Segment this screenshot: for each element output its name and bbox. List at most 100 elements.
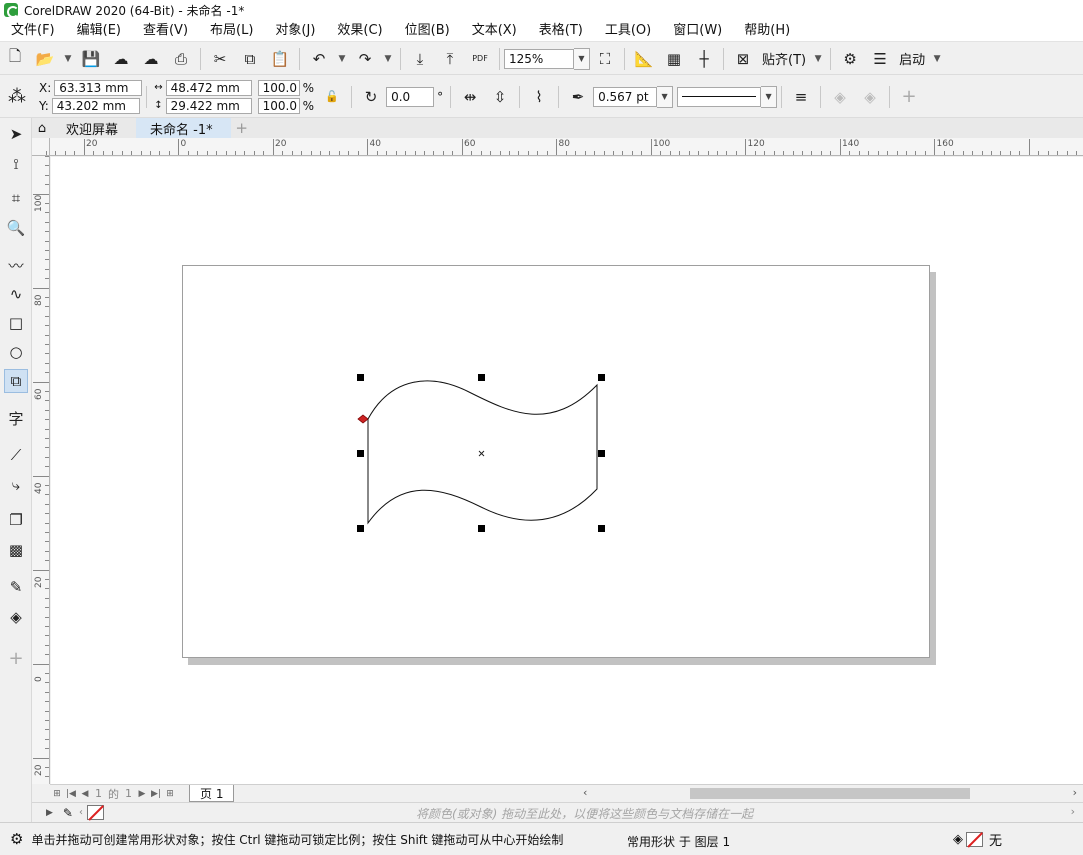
- outline-width-combo[interactable]: 0.567 pt ▼: [593, 85, 674, 108]
- show-guidelines-icon[interactable]: ┼: [692, 47, 716, 71]
- palette-scroll-right-icon[interactable]: ›: [1071, 805, 1075, 818]
- tab-untitled-1[interactable]: 未命名 -1*: [136, 118, 231, 138]
- selection-handle[interactable]: [598, 525, 605, 532]
- options-gear-icon[interactable]: ⚙: [838, 47, 862, 71]
- drawing-canvas[interactable]: [51, 157, 1083, 784]
- import-icon[interactable]: ⤓: [408, 47, 432, 71]
- paste-icon[interactable]: 📋: [268, 47, 292, 71]
- cut-icon[interactable]: ✂: [208, 47, 232, 71]
- wrap-text-icon[interactable]: ≡: [789, 85, 813, 109]
- menu-help[interactable]: 帮助(H): [733, 20, 801, 42]
- crop-tool-icon[interactable]: ⌗: [4, 186, 28, 210]
- first-page-icon[interactable]: |◀: [65, 789, 77, 799]
- chevron-down-icon[interactable]: ▼: [657, 85, 674, 108]
- parallel-dimension-icon[interactable]: ⟋: [4, 443, 28, 467]
- selection-handle[interactable]: [478, 525, 485, 532]
- snap-off-icon[interactable]: ⊠: [731, 47, 755, 71]
- chevron-down-icon[interactable]: ▼: [761, 85, 778, 108]
- selection-handle[interactable]: [598, 374, 605, 381]
- rotation-angle-field[interactable]: 0.0: [386, 86, 435, 107]
- selection-handle[interactable]: [357, 525, 364, 532]
- freehand-tool-icon[interactable]: 〰: [4, 253, 28, 277]
- selection-handle[interactable]: [478, 374, 485, 381]
- next-page-icon[interactable]: ▶: [136, 789, 148, 799]
- text-tool-icon[interactable]: 字: [4, 406, 28, 430]
- outline-width-field[interactable]: 0.567 pt: [593, 86, 658, 107]
- transparency-icon[interactable]: ▩: [4, 538, 28, 562]
- y-position-field[interactable]: 43.202 mm: [51, 97, 140, 114]
- menu-tools[interactable]: 工具(O): [594, 20, 662, 42]
- selected-banner-shape[interactable]: [51, 157, 1083, 784]
- chevron-down-icon[interactable]: ▼: [381, 47, 395, 71]
- drop-shadow-icon[interactable]: ❐: [4, 508, 28, 532]
- full-screen-preview-icon[interactable]: ⛶: [593, 47, 617, 71]
- palette-expand-icon[interactable]: ▶: [46, 808, 53, 818]
- scale-x-field[interactable]: 100.0: [257, 79, 300, 96]
- shape-tool-icon[interactable]: ⟟: [4, 152, 28, 176]
- chevron-down-icon[interactable]: ▼: [811, 47, 825, 71]
- ellipse-tool-icon[interactable]: ○: [4, 340, 28, 364]
- snap-to-menu[interactable]: 贴齐(T): [762, 49, 806, 68]
- menu-text[interactable]: 文本(X): [461, 20, 528, 42]
- cloud-download-icon[interactable]: ☁: [139, 47, 163, 71]
- home-icon[interactable]: ⌂: [32, 118, 52, 138]
- artistic-media-icon[interactable]: ∿: [4, 282, 28, 306]
- publish-pdf-icon[interactable]: PDF: [468, 47, 492, 71]
- undo-icon[interactable]: ↶: [307, 47, 331, 71]
- open-folder-icon[interactable]: 📂: [33, 47, 57, 71]
- save-icon[interactable]: 💾: [79, 47, 103, 71]
- selection-handle[interactable]: [357, 450, 364, 457]
- common-shapes-icon[interactable]: ⧉: [4, 369, 28, 393]
- menu-view[interactable]: 查看(V): [132, 20, 199, 42]
- menu-layout[interactable]: 布局(L): [199, 20, 264, 42]
- launch-menu[interactable]: 启动: [899, 49, 925, 68]
- add-icon[interactable]: +: [897, 85, 921, 109]
- previous-page-icon[interactable]: ◀: [79, 789, 91, 799]
- selection-handle[interactable]: [598, 450, 605, 457]
- horizontal-ruler[interactable]: 20 0 20 40 60 80 100 120 140 160: [46, 138, 1083, 156]
- menu-edit[interactable]: 编辑(E): [66, 20, 132, 42]
- status-settings-gear-icon[interactable]: ⚙: [10, 830, 23, 848]
- page-tab-1[interactable]: 页 1: [189, 785, 235, 802]
- x-position-field[interactable]: 63.313 mm: [54, 79, 143, 96]
- copy-icon[interactable]: ⧉: [238, 47, 262, 71]
- zoom-level-field[interactable]: 125%: [504, 48, 574, 69]
- line-style-field[interactable]: [677, 86, 762, 107]
- lock-ratio-icon[interactable]: 🔓: [320, 85, 344, 109]
- no-fill-swatch[interactable]: [966, 832, 983, 847]
- line-style-combo[interactable]: ▼: [677, 85, 778, 108]
- cloud-upload-icon[interactable]: ☁: [109, 47, 133, 71]
- chevron-down-icon[interactable]: ▼: [574, 47, 590, 70]
- zoom-level-combo[interactable]: 125% ▼: [504, 47, 590, 70]
- pick-tool-icon[interactable]: ➤: [4, 122, 28, 146]
- menu-table[interactable]: 表格(T): [528, 20, 594, 42]
- no-color-swatch[interactable]: [86, 805, 104, 820]
- export-icon[interactable]: ⤒: [438, 47, 462, 71]
- chevron-down-icon[interactable]: ▼: [335, 47, 349, 71]
- shape-glyph-node[interactable]: [357, 414, 369, 424]
- new-tab-icon[interactable]: +: [231, 118, 253, 138]
- connector-tool-icon[interactable]: ⤷: [4, 473, 28, 497]
- menu-window[interactable]: 窗口(W): [662, 20, 733, 42]
- ruler-origin-corner[interactable]: [32, 138, 50, 156]
- chevron-down-icon[interactable]: ▼: [61, 47, 75, 71]
- horizontal-scrollbar[interactable]: ‹ ›: [580, 784, 1083, 802]
- scale-y-field[interactable]: 100.0: [257, 97, 300, 114]
- print-icon[interactable]: ⎙: [169, 47, 193, 71]
- interactive-fill-icon[interactable]: ◈: [4, 605, 28, 629]
- eyedropper-icon[interactable]: ✎: [4, 575, 28, 599]
- width-field[interactable]: 48.472 mm: [165, 79, 252, 96]
- last-page-icon[interactable]: ▶|: [150, 789, 162, 799]
- object-origin-icon[interactable]: ⁂: [3, 85, 31, 109]
- show-rulers-icon[interactable]: 📐: [632, 47, 656, 71]
- palette-eyedropper-icon[interactable]: ✎: [63, 806, 73, 820]
- convert-to-curves-icon[interactable]: ⌇: [527, 85, 551, 109]
- menu-bitmaps[interactable]: 位图(B): [394, 20, 461, 42]
- vertical-ruler[interactable]: 100 80 60 40 20 0 20: [32, 156, 50, 784]
- scrollbar-thumb[interactable]: [690, 788, 970, 799]
- mirror-vertical-icon[interactable]: ⇳: [488, 85, 512, 109]
- add-page-after-icon[interactable]: ⊞: [164, 789, 176, 799]
- mirror-horizontal-icon[interactable]: ⇹: [458, 85, 482, 109]
- height-field[interactable]: 29.422 mm: [165, 97, 252, 114]
- application-launcher-icon[interactable]: ☰: [868, 47, 892, 71]
